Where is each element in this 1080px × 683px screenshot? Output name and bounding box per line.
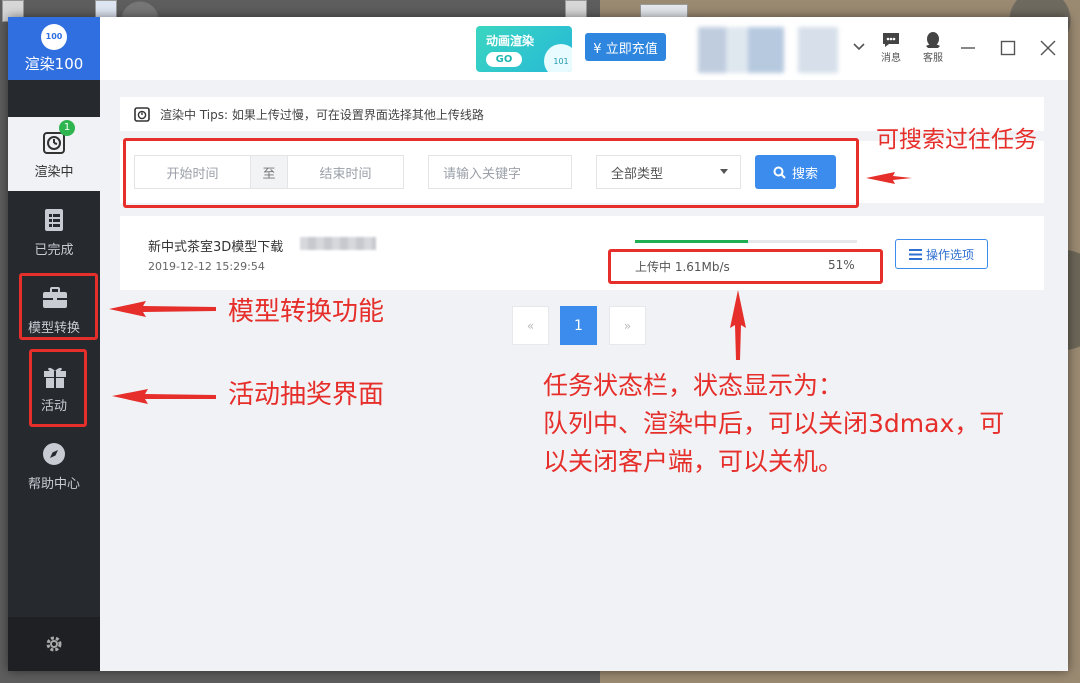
annotation-arrows (109, 172, 912, 404)
arrow-to-model-convert (109, 301, 216, 317)
annotation-activity: 活动抽奖界面 (228, 380, 385, 410)
annotation-status-line-3: 以关闭客户端，可以关机。 (543, 447, 844, 476)
annotation-search: 可搜索过往任务 (876, 127, 1037, 153)
arrow-to-status (730, 290, 746, 360)
annotation-convert: 模型转换功能 (228, 297, 385, 327)
annotation-status-line-2: 队列中、渲染中后，可以关闭3dmax，可 (543, 409, 1005, 438)
arrow-to-filter (866, 172, 912, 184)
arrow-to-activity (112, 389, 216, 404)
annotation-status-line-1: 任务状态栏，状态显示为： (543, 371, 844, 400)
